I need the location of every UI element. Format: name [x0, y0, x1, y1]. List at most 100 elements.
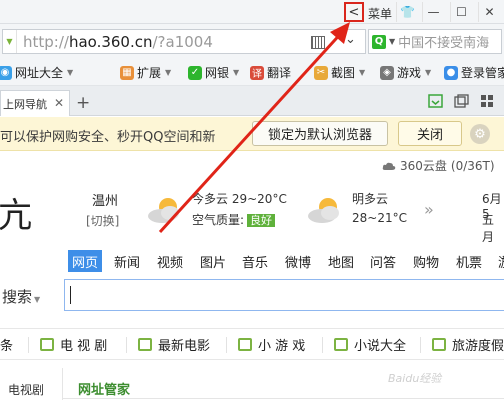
divider	[126, 337, 127, 353]
url-history-dropdown[interactable]: ▼	[3, 30, 17, 53]
tab-images[interactable]: 图片	[196, 250, 230, 272]
minimize-button[interactable]: —	[422, 2, 444, 22]
tab-news[interactable]: 新闻	[110, 250, 144, 272]
book-icon	[334, 338, 348, 351]
maximize-button[interactable]: ☐	[450, 2, 472, 22]
tab-title: 上网导航	[3, 97, 47, 111]
site-logo: 亢	[0, 196, 32, 236]
gamepad-icon: ◈	[380, 65, 394, 80]
weather-tomorrow-temp: 28~21°C	[352, 211, 407, 225]
scissors-icon: ✂	[314, 65, 328, 80]
bookmark-label: 扩展	[137, 66, 162, 80]
bookmark-bar: ◉ 网址大全 ▼ ▦ 扩展 ▼ ✓ 网银 ▼ 译 翻译 ✂ 截图 ▼ ◈ 游戏 …	[0, 60, 504, 86]
cloud-icon	[382, 162, 396, 170]
close-banner-button[interactable]: 关闭	[398, 121, 462, 146]
weather-today: 今多云 29~20°C	[192, 190, 287, 207]
bookmark-login-manager[interactable]: ● 登录管家	[444, 64, 504, 81]
tab-shopping[interactable]: 购物	[409, 250, 443, 272]
close-window-button[interactable]: ✕	[478, 2, 500, 22]
tab-games[interactable]: 游	[494, 250, 504, 272]
tab-web[interactable]: 网页	[68, 250, 103, 272]
tab-video[interactable]: 视频	[153, 250, 187, 272]
set-default-browser-button[interactable]: 锁定为默认浏览器	[252, 121, 388, 146]
bookmark-label: 网银	[205, 66, 230, 80]
weather-tomorrow-desc: 明多云	[352, 192, 389, 206]
tab-qa[interactable]: 问答	[366, 250, 400, 272]
tab-map[interactable]: 地图	[324, 250, 358, 272]
chevron-down-icon: ▼	[165, 68, 172, 77]
url-field[interactable]: ▼ http://hao.360.cn/?a1004 ⌄	[2, 29, 366, 54]
collapse-sidebar-button[interactable]: <	[344, 2, 364, 22]
bookmark-translate[interactable]: 译 翻译	[250, 64, 291, 81]
travel-icon	[432, 338, 446, 351]
quick-link-label: 旅游度假	[452, 339, 504, 354]
air-quality-label: 空气质量:	[192, 213, 245, 227]
main-search-input[interactable]	[64, 279, 504, 311]
url-text[interactable]: http://hao.360.cn/?a1004	[17, 33, 213, 51]
divider	[226, 337, 227, 353]
search-engine-dropdown-icon[interactable]: ▼	[389, 37, 395, 46]
url-host: hao.360.cn	[68, 32, 153, 51]
tv-series-link[interactable]: 电视剧	[8, 381, 44, 398]
bookmark-label: 游戏	[397, 66, 422, 80]
chevron-down-icon[interactable]: ⌄	[345, 32, 356, 47]
tab-flights[interactable]: 机票	[452, 250, 486, 272]
quick-links-bar: 条 电 视 剧 最新电影 小 游 戏 小说大全 旅游度假	[0, 328, 504, 360]
chevron-down-icon: ▼	[34, 295, 41, 304]
search-type-dropdown[interactable]: 搜索 ▼	[2, 286, 40, 307]
weather-city: 温州	[92, 194, 119, 209]
globe-icon: ◉	[0, 65, 12, 80]
quick-link-novels[interactable]: 小说大全	[334, 335, 406, 354]
weather-today-temp: 29~20°C	[231, 192, 287, 206]
quick-link-label: 条	[0, 339, 14, 354]
bookmark-extensions[interactable]: ▦ 扩展 ▼	[120, 64, 171, 81]
search-engine-logo-icon[interactable]: Q	[372, 34, 386, 49]
url-scheme: http://	[23, 32, 69, 51]
bookmark-online-banking[interactable]: ✓ 网银 ▼	[188, 64, 239, 81]
button-label: 锁定为默认浏览器	[267, 128, 372, 143]
cloud-drive-link[interactable]: 360云盘 (0/36T)	[382, 157, 495, 174]
text-caret	[70, 286, 71, 304]
button-label: 关闭	[416, 128, 443, 143]
close-tab-icon[interactable]: ✕	[54, 96, 64, 110]
shirt-icon: 👕	[400, 5, 415, 19]
grid-icon[interactable]	[480, 94, 495, 108]
play-icon	[138, 338, 152, 351]
bookmark-label: 网址大全	[15, 66, 64, 80]
gamepad-icon	[238, 338, 252, 351]
tab-weibo[interactable]: 微博	[281, 250, 315, 272]
restore-tabs-icon[interactable]	[454, 94, 469, 108]
more-weather-icon[interactable]: »	[424, 200, 434, 219]
download-icon[interactable]	[428, 94, 443, 108]
bookmark-screenshot[interactable]: ✂ 截图 ▼	[314, 64, 365, 81]
gear-icon[interactable]: ⚙	[470, 124, 490, 144]
tab-music[interactable]: 音乐	[238, 250, 272, 272]
quick-link-item[interactable]: 条	[0, 335, 13, 354]
tab-bar: 上网导航 ✕ +	[0, 86, 504, 116]
tv-icon	[40, 338, 54, 351]
skin-button[interactable]: 👕	[396, 2, 418, 22]
quick-link-minigames[interactable]: 小 游 戏	[238, 335, 305, 354]
qr-code-icon[interactable]	[311, 36, 325, 49]
menu-button[interactable]: 菜单	[368, 5, 392, 22]
search-engine-field[interactable]: Q ▼ 中国不接受南海	[368, 29, 502, 54]
bookmark-site-directory[interactable]: ◉ 网址大全 ▼	[0, 64, 73, 81]
quick-link-label: 电 视 剧	[60, 339, 108, 354]
bookmark-label: 截图	[331, 66, 356, 80]
default-browser-banner: 可以保护网购安全、秒开QQ空间和新 锁定为默认浏览器 关闭 ⚙	[0, 117, 504, 151]
title-bar: < 菜单 👕 — ☐ ✕	[0, 0, 504, 24]
switch-city-link[interactable]: [切换]	[86, 212, 119, 229]
partly-cloudy-icon	[148, 198, 179, 223]
divider	[322, 337, 323, 353]
quick-link-travel[interactable]: 旅游度假	[432, 335, 504, 354]
quick-link-label: 最新电影	[158, 339, 211, 354]
air-quality-badge: 良好	[247, 214, 276, 227]
extensions-icon: ▦	[120, 65, 134, 80]
quick-link-tv[interactable]: 电 视 剧	[40, 335, 107, 354]
watermark: Baidu经验	[388, 372, 442, 385]
site-manager-title[interactable]: 网址管家	[78, 379, 130, 398]
quick-link-movies[interactable]: 最新电影	[138, 335, 210, 354]
chevron-left-icon: <	[348, 4, 360, 20]
new-tab-button[interactable]: +	[76, 93, 90, 113]
bookmark-games[interactable]: ◈ 游戏 ▼	[380, 64, 431, 81]
